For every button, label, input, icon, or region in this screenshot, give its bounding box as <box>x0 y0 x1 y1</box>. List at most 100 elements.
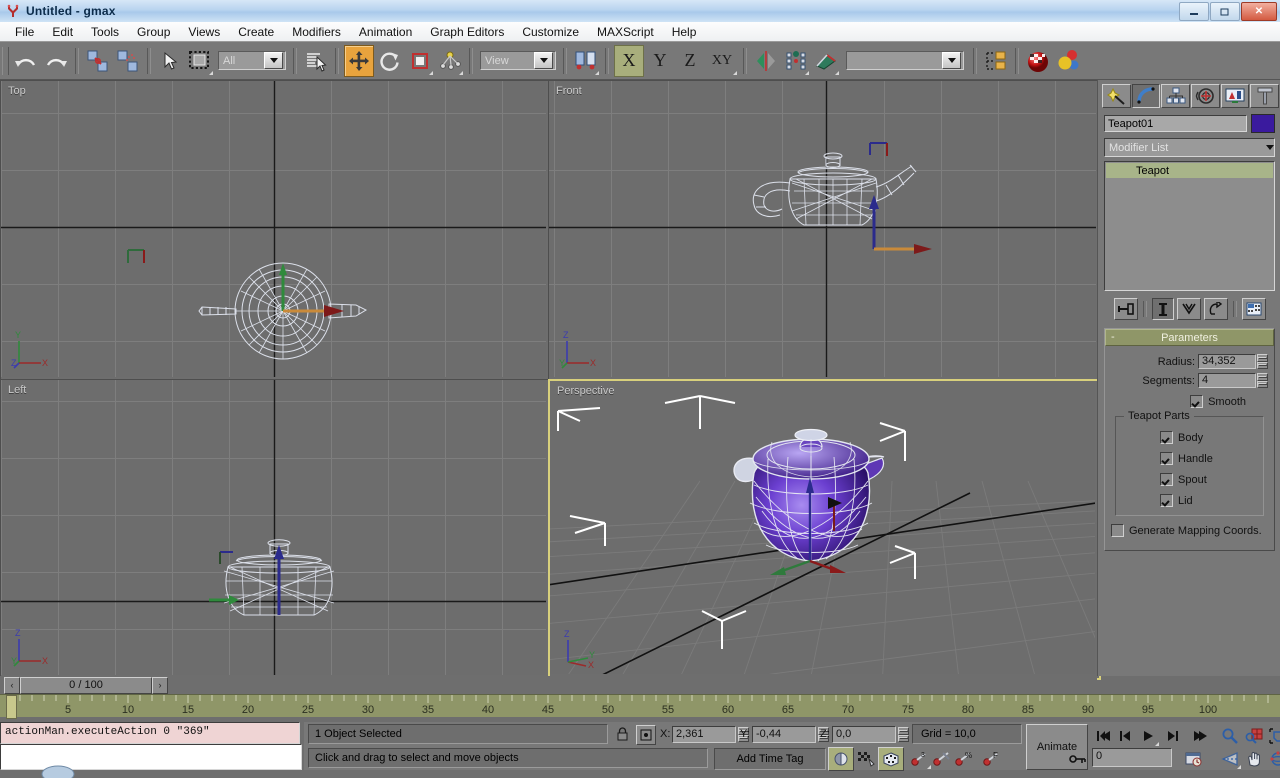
select-and-rotate-icon[interactable] <box>376 46 404 76</box>
modifier-stack-item[interactable]: Teapot <box>1106 163 1273 178</box>
radius-spinner[interactable]: 34,352 <box>1198 354 1268 369</box>
menu-create[interactable]: Create <box>229 23 283 41</box>
use-pivot-point-center-icon[interactable] <box>436 46 464 76</box>
spout-checkbox-row[interactable]: Spout <box>1160 473 1255 486</box>
spinner-up-icon[interactable] <box>1257 354 1268 362</box>
close-button[interactable]: ✕ <box>1241 2 1277 21</box>
select-and-link-icon[interactable] <box>84 46 112 76</box>
segments-spinner-arrows[interactable] <box>1257 373 1268 388</box>
spinner-up-icon[interactable] <box>1257 373 1268 381</box>
remove-modifier-icon[interactable] <box>1203 298 1228 320</box>
key-f-icon[interactable]: F <box>980 747 1004 770</box>
lid-checkbox[interactable] <box>1160 494 1173 507</box>
viewport-front[interactable]: Front Z X Y <box>548 80 1099 380</box>
align-icon[interactable] <box>572 46 600 76</box>
edit-named-selections-icon[interactable] <box>982 46 1010 76</box>
menu-views[interactable]: Views <box>179 23 229 41</box>
pin-stack-icon[interactable] <box>1113 298 1138 320</box>
maxscript-listener-output[interactable]: actionMan.executeAction 0 "369" <box>0 722 300 744</box>
smooth-checkbox[interactable] <box>1190 395 1204 408</box>
show-end-result-icon[interactable] <box>1151 298 1174 320</box>
previous-key-button[interactable]: ‹ <box>4 676 20 694</box>
zoom-extents-icon[interactable] <box>1266 724 1280 747</box>
viewport-perspective[interactable]: Perspective Z X Y <box>548 379 1101 680</box>
key-percent-icon[interactable]: % <box>952 747 976 770</box>
segments-spinner[interactable]: 4 <box>1198 373 1268 388</box>
radius-spinner-arrows[interactable] <box>1257 354 1268 369</box>
material-editor-icon[interactable] <box>1024 46 1052 76</box>
viewport-left[interactable]: Left Z X Y <box>0 379 549 678</box>
render-type-icon[interactable] <box>878 747 904 771</box>
smooth-checkbox-row[interactable]: Smooth <box>1111 395 1268 408</box>
previous-frame-icon[interactable] <box>1114 724 1138 747</box>
parameters-rollout-header[interactable]: - Parameters <box>1105 329 1274 346</box>
menu-maxscript[interactable]: MAXScript <box>588 23 663 41</box>
chevron-down-icon[interactable] <box>1266 145 1274 150</box>
next-frame-icon[interactable] <box>1160 724 1184 747</box>
chevron-down-icon[interactable] <box>534 52 553 69</box>
undo-icon[interactable] <box>12 46 40 76</box>
quick-render-icon[interactable] <box>828 747 854 771</box>
spinner-down-icon[interactable] <box>1257 361 1268 369</box>
coord-z-spinner[interactable] <box>898 727 909 742</box>
modify-tab-icon[interactable] <box>1131 84 1161 108</box>
spinner-down-icon[interactable] <box>1257 380 1268 388</box>
handle-checkbox[interactable] <box>1160 452 1173 465</box>
go-to-end-icon[interactable] <box>1188 724 1212 747</box>
mirror-icon[interactable] <box>752 46 780 76</box>
viewport-top[interactable]: Top Y X Z <box>0 80 549 380</box>
restrict-to-x-icon[interactable]: X <box>614 44 644 77</box>
select-and-move-icon[interactable] <box>344 44 374 77</box>
coord-z-input[interactable]: 0,0 <box>832 726 896 743</box>
selection-filter-combo[interactable]: All <box>218 51 286 70</box>
zoom-all-icon[interactable] <box>1242 724 1266 747</box>
menu-help[interactable]: Help <box>663 23 706 41</box>
object-color-swatch[interactable] <box>1251 114 1275 133</box>
time-configuration-icon[interactable] <box>1182 747 1206 770</box>
snaps-toggle-icon[interactable] <box>782 46 810 76</box>
angle-snap-icon[interactable] <box>812 46 840 76</box>
generate-mapping-coords-row[interactable]: Generate Mapping Coords. <box>1111 524 1268 537</box>
unlink-selection-icon[interactable] <box>114 46 142 76</box>
listener-resize-handle[interactable] <box>40 764 76 778</box>
material-navigator-icon[interactable] <box>1054 46 1082 76</box>
generate-mapping-coords-checkbox[interactable] <box>1111 524 1124 537</box>
utilities-tab-icon[interactable] <box>1250 84 1280 108</box>
timeline-ruler[interactable]: 5 10 15 20 25 30 35 40 45 50 55 60 65 70 75 80 85 90 95 100 <box>0 694 1280 719</box>
modifier-stack-list[interactable]: Teapot <box>1104 161 1275 291</box>
select-by-name-icon[interactable] <box>302 46 330 76</box>
make-unique-icon[interactable] <box>1176 298 1201 320</box>
hierarchy-tab-icon[interactable] <box>1161 84 1191 108</box>
restrict-to-plane-icon[interactable]: XY <box>706 46 738 76</box>
zoom-icon[interactable] <box>1218 724 1242 747</box>
collapse-icon[interactable]: - <box>1111 331 1115 343</box>
menu-tools[interactable]: Tools <box>82 23 128 41</box>
segments-input[interactable]: 4 <box>1198 373 1256 388</box>
chevron-down-icon[interactable] <box>264 52 283 69</box>
spout-checkbox[interactable] <box>1160 473 1173 486</box>
motion-tab-icon[interactable] <box>1191 84 1220 108</box>
key-filter-icon[interactable] <box>930 747 954 770</box>
restore-button[interactable] <box>1210 2 1240 21</box>
menu-modifiers[interactable]: Modifiers <box>283 23 350 41</box>
lid-checkbox-row[interactable]: Lid <box>1160 494 1255 507</box>
chevron-down-icon[interactable] <box>942 52 961 69</box>
selection-lock-icon[interactable] <box>614 725 630 743</box>
spinner-down-icon[interactable] <box>898 734 909 742</box>
play-animation-icon[interactable] <box>1136 724 1160 747</box>
render-scene-icon[interactable] <box>854 747 878 770</box>
current-time-field[interactable]: 0 <box>1092 748 1172 767</box>
menu-animation[interactable]: Animation <box>350 23 421 41</box>
menu-group[interactable]: Group <box>128 23 179 41</box>
absolute-relative-transform-icon[interactable] <box>636 725 656 745</box>
add-time-tag-button[interactable]: Add Time Tag <box>714 748 826 770</box>
select-object-arrow-icon[interactable] <box>156 46 184 76</box>
display-tab-icon[interactable] <box>1220 84 1250 108</box>
key-3-icon[interactable]: 3 <box>908 747 932 770</box>
handle-checkbox-row[interactable]: Handle <box>1160 452 1255 465</box>
body-checkbox-row[interactable]: Body <box>1160 431 1255 444</box>
named-selection-sets-combo[interactable] <box>846 51 964 70</box>
menu-graph-editors[interactable]: Graph Editors <box>421 23 513 41</box>
toolbar-gripper[interactable] <box>2 46 9 75</box>
spinner-up-icon[interactable] <box>898 727 909 735</box>
